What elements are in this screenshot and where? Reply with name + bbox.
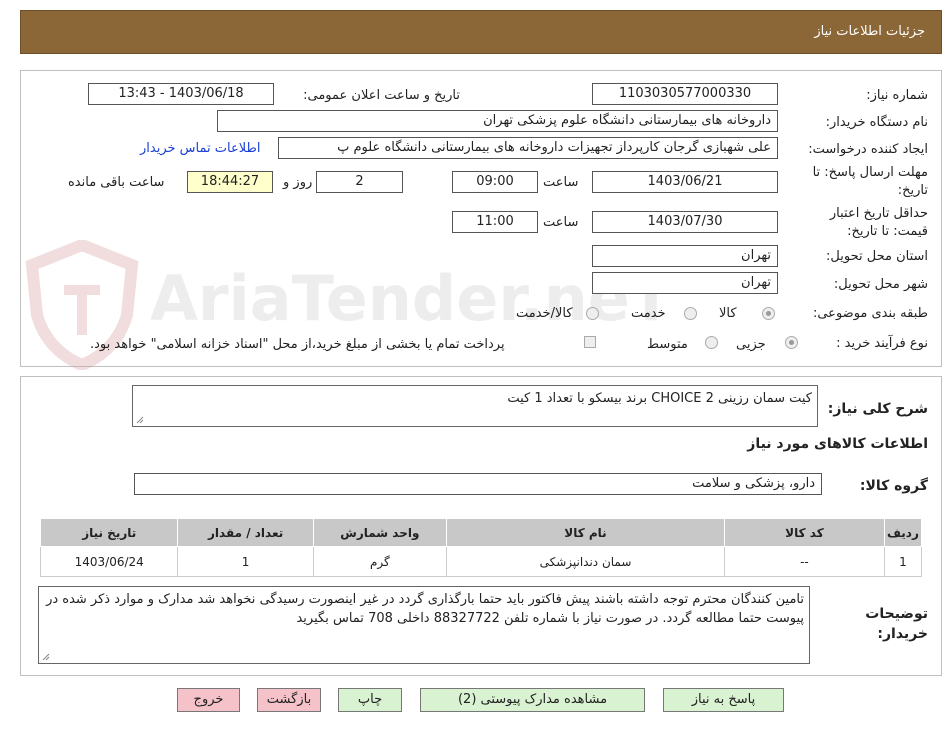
col-need-date: تاریخ نیاز — [39, 518, 179, 547]
province-field: تهران — [592, 245, 778, 267]
remaining-time-label: ساعت باقی مانده — [68, 175, 165, 190]
validity-date-field: 1403/07/30 — [592, 211, 778, 233]
page-header: جزئیات اطلاعات نیاز — [20, 10, 942, 54]
process-medium-radio[interactable] — [705, 336, 718, 349]
summary-textarea[interactable]: کیت سمان رزینی CHOICE 2 برند بیسکو با تع… — [132, 385, 818, 427]
col-item-code: کد کالا — [724, 518, 885, 547]
buyer-notes-text: تامین کنندگان محترم توجه داشته باشند پیش… — [46, 592, 804, 626]
process-medium-label: متوسط — [647, 337, 688, 352]
cell-need-date: 1403/06/24 — [39, 546, 179, 577]
need-number-label: شماره نیاز: — [866, 88, 928, 103]
process-minor-radio[interactable] — [785, 336, 798, 349]
treasury-payment-checkbox[interactable] — [584, 336, 596, 348]
col-row-number: ردیف — [883, 518, 923, 547]
category-goods-service-label: کالا/خدمت — [516, 306, 573, 321]
category-service-radio[interactable] — [684, 307, 697, 320]
announce-datetime-field: 1403/06/18 - 13:43 — [88, 83, 274, 105]
creator-field: علی شهبازی گرجان کارپرداز تجهیزات داروخا… — [278, 137, 778, 159]
buyer-notes-textarea[interactable]: تامین کنندگان محترم توجه داشته باشند پیش… — [38, 586, 810, 664]
reply-button[interactable]: پاسخ به نیاز — [663, 688, 784, 712]
deadline-date-field: 1403/06/21 — [592, 171, 778, 193]
buyer-org-label: نام دستگاه خریدار: — [825, 115, 928, 130]
days-label: روز و — [283, 175, 313, 190]
deadline-label-line2: تاریخ: — [897, 183, 928, 198]
validity-time-label: ساعت — [543, 215, 579, 230]
print-button[interactable]: چاپ — [338, 688, 402, 712]
buyer-contact-link[interactable]: اطلاعات تماس خریدار — [140, 141, 260, 156]
goods-group-field: دارو، پزشکی و سلامت — [134, 473, 822, 495]
deadline-time-field: 09:00 — [452, 171, 538, 193]
page-title: جزئیات اطلاعات نیاز — [814, 24, 925, 39]
resize-grip-icon[interactable] — [136, 416, 144, 424]
category-goods-service-radio[interactable] — [586, 307, 599, 320]
announce-label: تاریخ و ساعت اعلان عمومی: — [303, 88, 460, 103]
col-unit: واحد شمارش — [312, 518, 447, 547]
remaining-time-field: 18:44:27 — [187, 171, 273, 193]
summary-text: کیت سمان رزینی CHOICE 2 برند بیسکو با تع… — [507, 391, 812, 406]
cell-quantity: 1 — [177, 546, 314, 577]
resize-grip-icon[interactable] — [42, 653, 50, 661]
buyer-org-field: داروخانه های بیمارستانی دانشگاه علوم پزش… — [217, 110, 778, 132]
summary-label: شرح کلی نیاز: — [827, 401, 928, 417]
category-goods-label: کالا — [719, 306, 737, 321]
category-service-label: خدمت — [631, 306, 666, 321]
process-minor-label: جزیی — [736, 337, 766, 352]
col-item-name: نام کالا — [445, 518, 726, 547]
goods-group-label: گروه کالا: — [859, 478, 928, 494]
buyer-notes-label-line1: توضیحات — [865, 606, 928, 622]
buyer-notes-label-line2: خریدار: — [877, 626, 928, 642]
validity-label-line2: قیمت: تا تاریخ: — [847, 224, 928, 239]
goods-info-title: اطلاعات کالاهای مورد نیاز — [747, 436, 928, 452]
deadline-label-line1: مهلت ارسال پاسخ: تا — [812, 165, 928, 180]
category-label: طبقه بندی موضوعی: — [812, 306, 928, 321]
view-attachments-button[interactable]: مشاهده مدارک پیوستی (2) — [420, 688, 645, 712]
cell-row-number: 1 — [883, 546, 923, 577]
cell-item-name: سمان دندانپزشکی — [445, 546, 726, 577]
cell-item-code: -- — [724, 546, 885, 577]
city-field: تهران — [592, 272, 778, 294]
province-label: استان محل تحویل: — [826, 249, 928, 264]
creator-label: ایجاد کننده درخواست: — [808, 142, 928, 157]
cell-unit: گرم — [312, 546, 447, 577]
deadline-time-label: ساعت — [543, 175, 579, 190]
table-row: 1 -- سمان دندانپزشکی گرم 1 1403/06/24 — [39, 546, 923, 577]
days-remaining-field: 2 — [316, 171, 403, 193]
city-label: شهر محل تحویل: — [833, 277, 928, 292]
process-label: نوع فرآیند خرید : — [836, 336, 928, 351]
validity-time-field: 11:00 — [452, 211, 538, 233]
category-goods-radio[interactable] — [762, 307, 775, 320]
exit-button[interactable]: خروج — [177, 688, 240, 712]
treasury-payment-note: پرداخت تمام یا بخشی از مبلغ خرید،از محل … — [90, 337, 505, 352]
col-quantity: تعداد / مقدار — [177, 518, 314, 547]
validity-label-line1: حداقل تاریخ اعتبار — [829, 206, 928, 221]
table-header-row: ردیف کد کالا نام کالا واحد شمارش تعداد /… — [39, 518, 923, 547]
back-button[interactable]: بازگشت — [257, 688, 321, 712]
goods-table: ردیف کد کالا نام کالا واحد شمارش تعداد /… — [39, 518, 923, 577]
need-number-field: 1103030577000330 — [592, 83, 778, 105]
